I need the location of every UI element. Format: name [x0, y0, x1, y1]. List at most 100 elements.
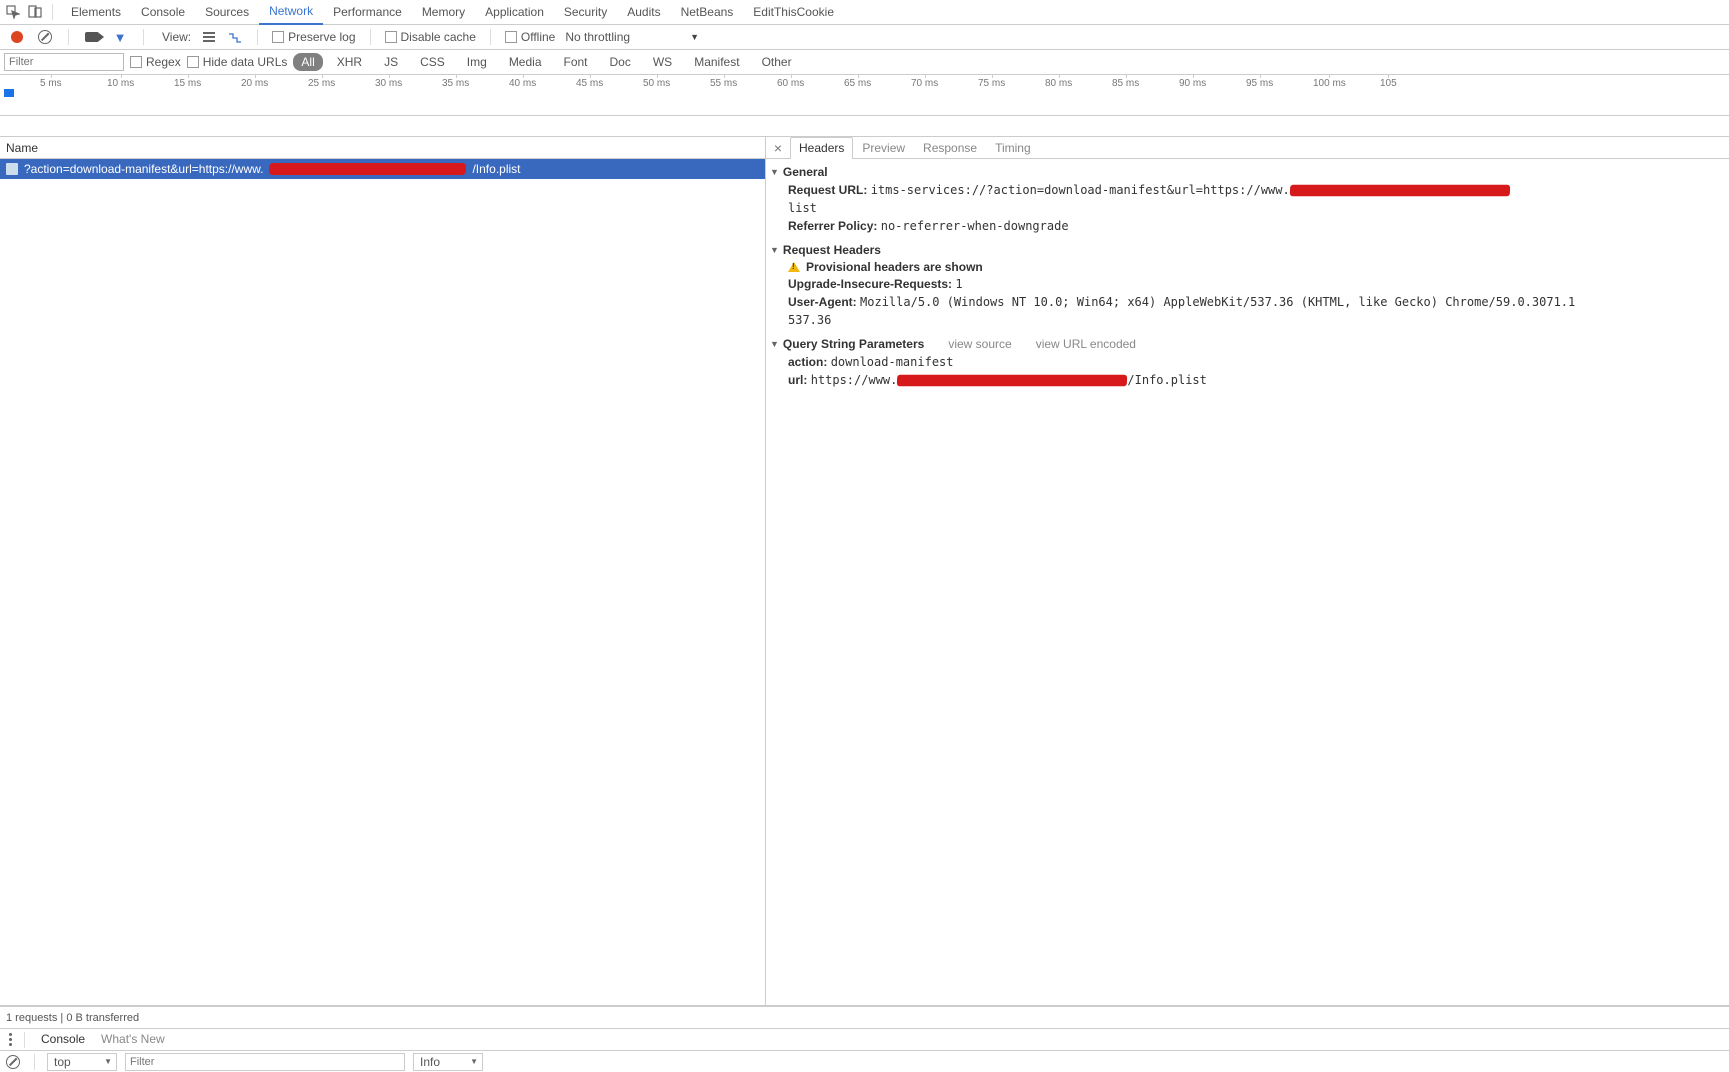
timeline-tick: 100 ms [1313, 78, 1346, 89]
tab-audits[interactable]: Audits [617, 0, 670, 25]
detail-tab-preview[interactable]: Preview [853, 137, 914, 159]
type-filter-ws[interactable]: WS [645, 53, 680, 71]
separator [370, 29, 371, 45]
type-filter-css[interactable]: CSS [412, 53, 453, 71]
view-source-link[interactable]: view source [948, 337, 1011, 351]
drawer-menu-button[interactable] [4, 1033, 16, 1046]
offline-checkbox[interactable]: Offline [505, 30, 555, 44]
filter-toggle-button[interactable]: ▼ [111, 28, 129, 46]
user-agent-row-2: 537.36 [766, 311, 1729, 329]
detail-tab-timing[interactable]: Timing [986, 137, 1040, 159]
caret-down-icon: ▼ [770, 245, 779, 255]
type-filter-doc[interactable]: Doc [602, 53, 639, 71]
provisional-warning: Provisional headers are shown [766, 259, 1729, 275]
request-url-row: Request URL: itms-services://?action=dow… [766, 181, 1729, 199]
file-icon [6, 163, 18, 175]
type-filter-other[interactable]: Other [754, 53, 800, 71]
timeline-tick: 40 ms [509, 78, 536, 89]
type-filter-js[interactable]: JS [376, 53, 406, 71]
clear-button[interactable] [36, 28, 54, 46]
caret-down-icon: ▼ [770, 167, 779, 177]
request-list-header[interactable]: Name [0, 137, 765, 159]
waterfall-icon[interactable] [227, 29, 243, 45]
preserve-log-checkbox[interactable]: Preserve log [272, 30, 355, 44]
timeline-tick: 80 ms [1045, 78, 1072, 89]
tab-console[interactable]: Console [131, 0, 195, 25]
filter-input[interactable] [4, 53, 124, 71]
network-filter-bar: Regex Hide data URLs All XHR JS CSS Img Media… [0, 50, 1729, 75]
tab-netbeans[interactable]: NetBeans [671, 0, 744, 25]
timeline-tick: 30 ms [375, 78, 402, 89]
timeline-tick: 5 ms [40, 78, 62, 89]
status-bar: 1 requests | 0 B transferred [0, 1006, 1729, 1028]
request-name-prefix: ?action=download-manifest&url=https://ww… [24, 162, 263, 176]
console-filter-input[interactable] [125, 1053, 405, 1071]
type-filter-xhr[interactable]: XHR [329, 53, 370, 71]
timeline-tick: 25 ms [308, 78, 335, 89]
throttling-select[interactable]: No throttling [565, 30, 630, 44]
request-url-row-2: list [766, 199, 1729, 217]
tab-performance[interactable]: Performance [323, 0, 412, 25]
caret-down-icon: ▼ [770, 339, 779, 349]
view-label: View: [162, 30, 191, 44]
network-timeline[interactable]: 5 ms10 ms15 ms20 ms25 ms30 ms35 ms40 ms4… [0, 75, 1729, 137]
timeline-tick: 55 ms [710, 78, 737, 89]
type-filter-font[interactable]: Font [556, 53, 596, 71]
log-level-selector[interactable]: Info [413, 1053, 483, 1071]
qs-url-row: url: https://www./Info.plist [766, 371, 1729, 389]
redacted-content [897, 375, 1127, 387]
timeline-tick: 95 ms [1246, 78, 1273, 89]
large-rows-icon[interactable] [201, 29, 217, 45]
timeline-tick: 45 ms [576, 78, 603, 89]
screenshot-button[interactable] [83, 28, 101, 46]
tab-elements[interactable]: Elements [61, 0, 131, 25]
separator [52, 4, 53, 20]
separator [34, 1054, 35, 1070]
device-toolbar-icon[interactable] [26, 3, 44, 21]
separator [68, 29, 69, 45]
timeline-tick: 105 [1380, 78, 1397, 89]
tab-memory[interactable]: Memory [412, 0, 475, 25]
devtools-tab-bar: ElementsConsoleSourcesNetworkPerformance… [0, 0, 1729, 25]
detail-tab-response[interactable]: Response [914, 137, 986, 159]
clear-console-button[interactable] [4, 1053, 22, 1071]
resource-type-filter: All XHR JS CSS Img Media Font Doc WS Manifest Othe… [293, 53, 799, 71]
tab-application[interactable]: Application [475, 0, 554, 25]
disable-cache-checkbox[interactable]: Disable cache [385, 30, 476, 44]
drawer-tab-what-s-new[interactable]: What's New [93, 1028, 173, 1052]
drawer-tab-bar: ConsoleWhat's New [0, 1028, 1729, 1050]
warning-icon [788, 262, 800, 272]
request-detail-pane: × HeadersPreviewResponseTiming ▼General … [766, 137, 1729, 1006]
detail-tab-bar: × HeadersPreviewResponseTiming [766, 137, 1729, 159]
close-detail-button[interactable]: × [770, 140, 786, 156]
drawer-tab-console[interactable]: Console [33, 1028, 93, 1052]
separator [143, 29, 144, 45]
view-url-encoded-link[interactable]: view URL encoded [1036, 337, 1136, 351]
record-button[interactable] [8, 28, 26, 46]
section-request-headers[interactable]: ▼Request Headers [766, 241, 1729, 259]
separator [24, 1032, 25, 1048]
section-query-string[interactable]: ▼Query String Parametersview sourceview … [766, 335, 1729, 353]
separator [490, 29, 491, 45]
referrer-policy-row: Referrer Policy: no-referrer-when-downgr… [766, 217, 1729, 235]
type-filter-all[interactable]: All [293, 53, 322, 71]
detail-tab-headers[interactable]: Headers [790, 137, 853, 159]
redacted-content [269, 163, 467, 175]
timeline-tick: 10 ms [107, 78, 134, 89]
tab-sources[interactable]: Sources [195, 0, 259, 25]
hide-data-urls-checkbox[interactable]: Hide data URLs [187, 55, 288, 69]
type-filter-manifest[interactable]: Manifest [686, 53, 747, 71]
context-selector[interactable]: top [47, 1053, 117, 1071]
timeline-overview-line [0, 115, 1729, 116]
type-filter-media[interactable]: Media [501, 53, 550, 71]
section-general[interactable]: ▼General [766, 163, 1729, 181]
tab-security[interactable]: Security [554, 0, 617, 25]
regex-checkbox[interactable]: Regex [130, 55, 181, 69]
request-row[interactable]: ?action=download-manifest&url=https://ww… [0, 159, 765, 179]
inspect-icon[interactable] [4, 3, 22, 21]
throttling-dropdown-icon[interactable]: ▼ [690, 32, 699, 42]
timeline-tick: 90 ms [1179, 78, 1206, 89]
tab-network[interactable]: Network [259, 0, 323, 25]
tab-editthiscookie[interactable]: EditThisCookie [743, 0, 844, 25]
type-filter-img[interactable]: Img [459, 53, 495, 71]
